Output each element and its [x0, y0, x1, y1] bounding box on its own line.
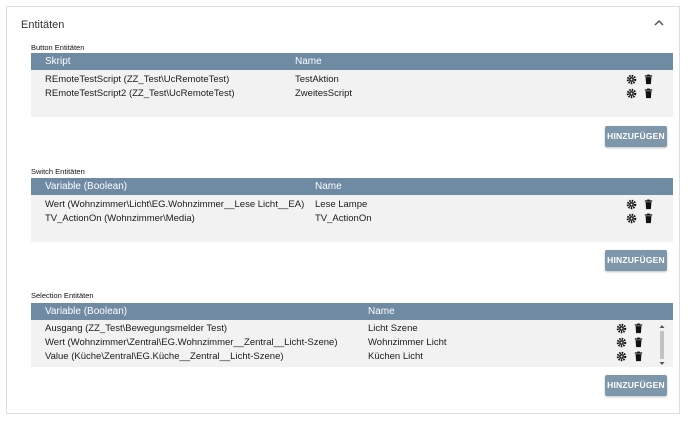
trash-icon[interactable] [633, 351, 644, 362]
row-name: Licht Szene [368, 323, 418, 334]
entities-panel: Entitäten Button Entitäten Skript Name R… [6, 6, 680, 414]
table-row[interactable]: Ausgang (ZZ_Test\Bewegungsmelder Test) L… [31, 322, 673, 336]
add-button-entity-button[interactable]: HINZUFÜGEN [605, 126, 667, 147]
row-name: ZweitesScript [295, 88, 353, 99]
scroll-down-arrow-icon[interactable] [659, 361, 665, 366]
column-header-name[interactable]: Name [315, 181, 342, 192]
row-name: Küchen Licht [368, 351, 423, 362]
trash-icon[interactable] [643, 88, 654, 99]
gear-icon[interactable] [616, 337, 627, 348]
add-switch-entity-button[interactable]: HINZUFÜGEN [605, 250, 667, 271]
row-name: TestAktion [295, 74, 339, 85]
row-script: REmoteTestScript (ZZ_Test\UcRemoteTest) [45, 74, 230, 85]
trash-icon[interactable] [643, 213, 654, 224]
table-header: Skript Name [31, 53, 673, 70]
switch-entities-table: Variable (Boolean) Name Wert (Wohnzimmer… [31, 178, 673, 242]
switch-section-label: Switch Entitäten [31, 167, 85, 176]
row-variable: Ausgang (ZZ_Test\Bewegungsmelder Test) [45, 323, 227, 334]
table-row[interactable]: Wert (Wohnzimmer\Zentral\EG.Wohnzimmer__… [31, 336, 673, 350]
row-variable: Wert (Wohnzimmer\Licht\EG.Wohnzimmer__Le… [45, 199, 305, 210]
column-header-variable[interactable]: Variable (Boolean) [45, 306, 127, 317]
gear-icon[interactable] [616, 351, 627, 362]
row-script: REmoteTestScript2 (ZZ_Test\UcRemoteTest) [45, 88, 235, 99]
trash-icon[interactable] [643, 74, 654, 85]
trash-icon[interactable] [633, 337, 644, 348]
table-row[interactable]: REmoteTestScript (ZZ_Test\UcRemoteTest) … [31, 73, 673, 87]
row-variable: Value (Küche\Zentral\EG.Küche__Zentral__… [45, 351, 284, 362]
selection-section-label: Selection Entitäten [31, 291, 94, 300]
table-row[interactable]: Value (Küche\Zentral\EG.Küche__Zentral__… [31, 350, 673, 364]
button-section-label: Button Entitäten [31, 43, 85, 52]
table-row[interactable]: REmoteTestScript2 (ZZ_Test\UcRemoteTest)… [31, 87, 673, 101]
column-header-variable[interactable]: Variable (Boolean) [45, 181, 127, 192]
trash-icon[interactable] [633, 323, 644, 334]
selection-entities-table: Variable (Boolean) Name Ausgang (ZZ_Test… [31, 303, 673, 367]
table-header: Variable (Boolean) Name [31, 303, 673, 320]
column-header-name[interactable]: Name [368, 306, 395, 317]
scroll-up-arrow-icon[interactable] [659, 324, 665, 329]
panel-title: Entitäten [21, 19, 65, 31]
trash-icon[interactable] [643, 199, 654, 210]
table-header: Variable (Boolean) Name [31, 178, 673, 195]
gear-icon[interactable] [626, 213, 637, 224]
row-name: Wohnzimmer Licht [368, 337, 447, 348]
gear-icon[interactable] [616, 323, 627, 334]
gear-icon[interactable] [626, 74, 637, 85]
button-entities-table: Skript Name REmoteTestScript (ZZ_Test\Uc… [31, 53, 673, 117]
row-name: TV_ActionOn [315, 213, 372, 224]
table-row[interactable]: TV_ActionOn (Wohnzimmer\Media) TV_Action… [31, 212, 673, 226]
add-selection-entity-button[interactable]: HINZUFÜGEN [605, 375, 667, 396]
chevron-up-icon[interactable] [651, 15, 667, 31]
gear-icon[interactable] [626, 199, 637, 210]
column-header-name[interactable]: Name [295, 56, 322, 67]
column-header-skript[interactable]: Skript [45, 56, 71, 67]
gear-icon[interactable] [626, 88, 637, 99]
vertical-scrollbar[interactable] [659, 324, 665, 367]
scrollbar-thumb[interactable] [660, 331, 664, 359]
row-variable: TV_ActionOn (Wohnzimmer\Media) [45, 213, 195, 224]
table-row[interactable]: Wert (Wohnzimmer\Licht\EG.Wohnzimmer__Le… [31, 198, 673, 212]
row-variable: Wert (Wohnzimmer\Zentral\EG.Wohnzimmer__… [45, 337, 338, 348]
row-name: Lese Lampe [315, 199, 368, 210]
